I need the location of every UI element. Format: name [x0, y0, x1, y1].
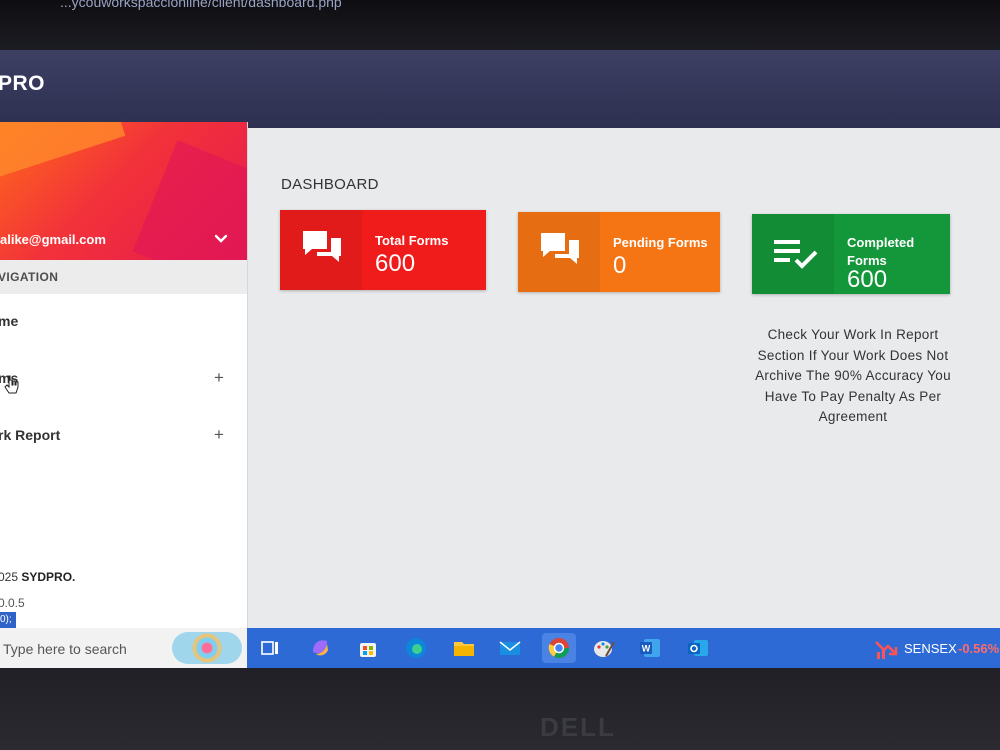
penalty-notice: Check Your Work In Report Section If You… [755, 327, 951, 424]
chat-icon [303, 231, 341, 262]
chat-icon [541, 233, 579, 264]
word-icon[interactable]: W [638, 636, 662, 660]
sidebar-item-work-report[interactable]: rk Report + [0, 416, 247, 456]
nav-section-header: VIGATION [0, 260, 247, 294]
file-explorer-icon[interactable] [452, 636, 476, 660]
expand-plus-icon[interactable]: + [214, 368, 224, 388]
footer-brand: SYDPRO. [21, 570, 76, 584]
windows-taskbar: Type here to search W SENSEX -0.56% [0, 628, 1000, 668]
sidebar-item-forms[interactable]: ms + [0, 359, 247, 399]
copilot-icon[interactable] [308, 636, 332, 660]
app-header: PRO [0, 50, 1000, 128]
microsoft-store-icon[interactable] [356, 636, 380, 660]
card-total-forms[interactable]: Total Forms 600 [280, 210, 486, 290]
app-brand[interactable]: PRO [0, 72, 45, 96]
card-value: 600 [847, 266, 888, 293]
search-highlight-icon [172, 632, 242, 664]
sidebar-item-home[interactable]: me [0, 302, 247, 342]
user-email: alike@gmail.com [0, 232, 106, 247]
sidebar: alike@gmail.com VIGATION me ms + rk Repo… [0, 122, 248, 628]
chrome-icon[interactable] [547, 636, 571, 660]
taskbar-search[interactable]: Type here to search [0, 628, 247, 668]
mouse-cursor-icon [4, 375, 19, 394]
edge-browser-icon[interactable] [404, 636, 428, 660]
stock-change: -0.56% [958, 641, 1000, 656]
stock-name: SENSEX [904, 641, 957, 656]
footer-tag: 0); [0, 612, 16, 628]
sidebar-item-label: rk Report [0, 427, 61, 443]
card-title: Pending Forms [613, 235, 708, 250]
screen: PRO alike@gmail.com VIGATION me ms + rk … [0, 50, 1000, 668]
monitor-logo: DELL [540, 712, 616, 742]
task-view-icon[interactable] [258, 636, 282, 660]
card-pending-forms[interactable]: Pending Forms 0 [518, 212, 720, 292]
card-completed-forms[interactable]: Completed Forms 600 [752, 214, 950, 294]
card-title: Total Forms [375, 233, 449, 248]
footer-copyright-prefix: 025 [0, 570, 22, 584]
profile-banner: alike@gmail.com [0, 122, 247, 260]
stock-down-arrow-icon [875, 641, 898, 659]
svg-text:W: W [642, 644, 651, 654]
footer-copyright: 025 SYDPRO. [0, 570, 75, 584]
search-placeholder: Type here to search [3, 641, 127, 657]
checklist-icon [774, 240, 818, 269]
browser-url[interactable]: ...ycouworkspaccionline/client/dashboard… [60, 0, 342, 10]
chevron-down-icon[interactable] [212, 230, 230, 248]
nav-header-label: VIGATION [0, 270, 59, 284]
card-value: 0 [613, 252, 627, 279]
outlook-icon[interactable] [686, 636, 710, 660]
expand-plus-icon[interactable]: + [214, 425, 224, 445]
page-title: DASHBOARD [281, 176, 379, 193]
monitor-bezel-bottom: DELL [0, 668, 1000, 750]
footer-version: 0.0.5 [0, 596, 25, 610]
mail-icon[interactable] [498, 636, 522, 660]
paint-icon[interactable] [592, 636, 616, 660]
sidebar-item-label: me [0, 313, 19, 329]
card-value: 600 [375, 250, 416, 277]
monitor-bezel-top: ...ycouworkspaccionline/client/dashboard… [0, 0, 1000, 55]
card-title: Completed Forms [847, 235, 915, 268]
